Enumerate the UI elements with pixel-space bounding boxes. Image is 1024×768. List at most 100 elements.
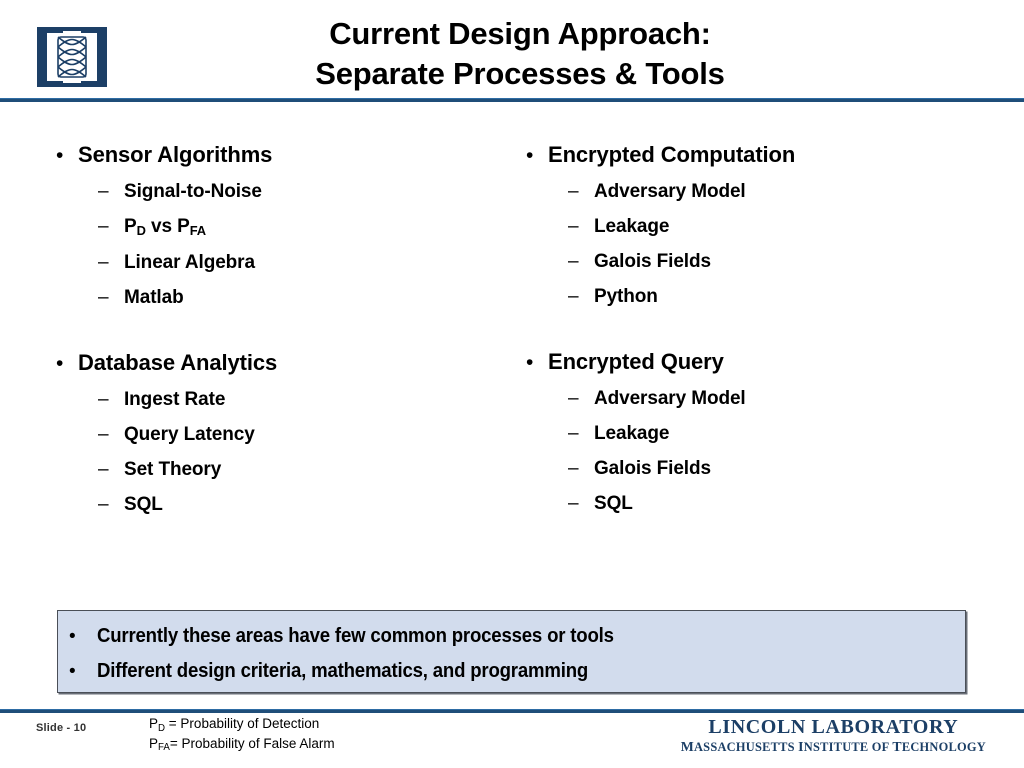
sub-item-label: Matlab bbox=[124, 287, 184, 308]
topic-group-database-analytics: • Database Analytics – Ingest Rate – Que… bbox=[56, 350, 516, 517]
pfa-symbol: P bbox=[149, 735, 159, 751]
sub-item: – Adversary Model bbox=[526, 180, 986, 204]
pfa-definition: = Probability of False Alarm bbox=[169, 735, 335, 751]
pfa-subscript: FA bbox=[158, 742, 170, 754]
sub-item-label: Adversary Model bbox=[594, 388, 746, 409]
lincoln-laboratory-lattice-logo-icon bbox=[33, 24, 111, 90]
slide-number: Slide - 10 bbox=[36, 722, 87, 734]
dash-icon: – bbox=[98, 287, 109, 308]
dash-icon: – bbox=[568, 493, 579, 514]
slide-header: Current Design Approach: Separate Proces… bbox=[0, 0, 1024, 102]
footer-divider bbox=[0, 709, 1024, 713]
sub-item-label: Galois Fields bbox=[594, 458, 711, 479]
bullet-icon: • bbox=[526, 144, 534, 167]
dash-icon: – bbox=[98, 494, 109, 515]
sub-item: – SQL bbox=[526, 492, 986, 516]
topic-group-sensor-algorithms: • Sensor Algorithms – Signal-to-Noise – … bbox=[56, 142, 516, 310]
vs-pfa-symbol: vs P bbox=[145, 216, 190, 237]
page-title: Current Design Approach: Separate Proces… bbox=[170, 14, 870, 94]
callout-line: • Different design criteria, mathematics… bbox=[69, 659, 965, 684]
sub-item-label: Query Latency bbox=[124, 424, 255, 445]
sub-item: – PD vs PFA bbox=[56, 215, 516, 240]
topic-heading: • Database Analytics bbox=[56, 350, 516, 377]
dash-icon: – bbox=[98, 181, 109, 202]
topic-label: Database Analytics bbox=[78, 350, 278, 375]
sub-item-label: Ingest Rate bbox=[124, 389, 226, 410]
dash-icon: – bbox=[568, 251, 579, 272]
topic-heading: • Encrypted Computation bbox=[526, 142, 986, 169]
sub-item: – Galois Fields bbox=[526, 457, 986, 481]
sub-item: – Matlab bbox=[56, 286, 516, 310]
summary-callout-box: • Currently these areas have few common … bbox=[57, 610, 966, 693]
sub-item: – Leakage bbox=[526, 215, 986, 239]
dash-icon: – bbox=[98, 216, 109, 237]
topic-group-encrypted-query: • Encrypted Query – Adversary Model – Le… bbox=[526, 349, 986, 516]
bullet-icon: • bbox=[56, 144, 64, 167]
wordmark-lincoln-laboratory: LINCOLN LABORATORY bbox=[708, 716, 959, 738]
pd-subscript: D bbox=[136, 223, 146, 239]
sub-item-label: SQL bbox=[124, 494, 163, 515]
sub-item-label: Leakage bbox=[594, 216, 670, 237]
dash-icon: – bbox=[568, 458, 579, 479]
legend-line-pd: PD = Probability of Detection bbox=[149, 715, 335, 735]
sub-item-label: Python bbox=[594, 286, 658, 307]
pd-subscript: D bbox=[158, 722, 166, 734]
sub-item-label: Leakage bbox=[594, 423, 670, 444]
sub-item-label: Set Theory bbox=[124, 459, 222, 480]
pd-definition: = Probability of Detection bbox=[165, 716, 320, 731]
sub-item: – Query Latency bbox=[56, 423, 516, 447]
sub-item-label: SQL bbox=[594, 493, 633, 514]
dash-icon: – bbox=[568, 388, 579, 409]
wordmark-cap-t: T bbox=[892, 739, 902, 754]
bullet-icon: • bbox=[69, 626, 76, 647]
wordmark-massachusetts: ASSACHUSETTS bbox=[693, 740, 799, 754]
sub-item-label: Signal-to-Noise bbox=[124, 181, 262, 202]
topic-group-encrypted-computation: • Encrypted Computation – Adversary Mode… bbox=[526, 142, 986, 309]
sub-item: – Adversary Model bbox=[526, 387, 986, 411]
topic-heading: • Sensor Algorithms bbox=[56, 142, 516, 169]
lincoln-laboratory-wordmark: LINCOLN LABORATORY MASSACHUSETTS INSTITU… bbox=[681, 716, 986, 755]
sub-item: – Leakage bbox=[526, 422, 986, 446]
sub-item-label: Adversary Model bbox=[594, 181, 746, 202]
page-title-line-1: Current Design Approach: bbox=[329, 16, 711, 51]
sub-item: – Ingest Rate bbox=[56, 388, 516, 412]
bullet-icon: • bbox=[526, 351, 534, 374]
wordmark-institute-of: NSTITUTE OF bbox=[803, 740, 893, 754]
symbol-legend: PD = Probability of Detection PFA= Proba… bbox=[149, 715, 335, 754]
bullet-icon: • bbox=[56, 352, 64, 375]
wordmark-mit: MASSACHUSETTS INSTITUTE OF TECHNOLOGY bbox=[681, 739, 986, 755]
dash-icon: – bbox=[568, 181, 579, 202]
sub-item: – Linear Algebra bbox=[56, 251, 516, 275]
topic-label: Encrypted Query bbox=[548, 349, 724, 374]
callout-text-2: Different design criteria, mathematics, … bbox=[97, 660, 589, 682]
pd-symbol: P bbox=[149, 716, 159, 731]
sub-item: – Set Theory bbox=[56, 458, 516, 482]
topic-label: Encrypted Computation bbox=[548, 142, 796, 167]
sub-item-label-pd-vs-pfa: PD vs PFA bbox=[124, 215, 206, 240]
callout-line: • Currently these areas have few common … bbox=[69, 624, 965, 649]
dash-icon: – bbox=[568, 286, 579, 307]
sub-item-label: Linear Algebra bbox=[124, 252, 255, 273]
wordmark-cap-m: M bbox=[680, 739, 694, 754]
dash-icon: – bbox=[98, 252, 109, 273]
legend-line-pfa: PFA= Probability of False Alarm bbox=[149, 735, 335, 755]
dash-icon: – bbox=[98, 424, 109, 445]
dash-icon: – bbox=[98, 459, 109, 480]
topic-label: Sensor Algorithms bbox=[78, 142, 273, 167]
left-bullet-column: • Sensor Algorithms – Signal-to-Noise – … bbox=[56, 142, 516, 517]
sub-item: – Signal-to-Noise bbox=[56, 180, 516, 204]
sub-item-label: Galois Fields bbox=[594, 251, 711, 272]
pd-symbol: P bbox=[124, 216, 137, 237]
dash-icon: – bbox=[98, 389, 109, 410]
wordmark-technology: ECHNOLOGY bbox=[901, 740, 986, 754]
pfa-subscript: FA bbox=[189, 223, 206, 239]
callout-text-1: Currently these areas have few common pr… bbox=[97, 625, 614, 647]
dash-icon: – bbox=[568, 423, 579, 444]
topic-heading: • Encrypted Query bbox=[526, 349, 986, 376]
sub-item: – Python bbox=[526, 285, 986, 309]
content-area: • Sensor Algorithms – Signal-to-Noise – … bbox=[0, 142, 1024, 582]
header-divider bbox=[0, 98, 1024, 102]
sub-item: – Galois Fields bbox=[526, 250, 986, 274]
dash-icon: – bbox=[568, 216, 579, 237]
sub-item: – SQL bbox=[56, 493, 516, 517]
